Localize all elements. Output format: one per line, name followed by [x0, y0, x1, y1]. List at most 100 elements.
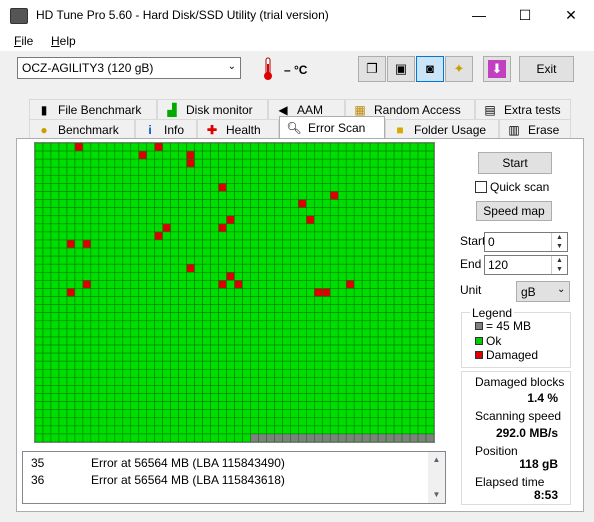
block-map	[34, 142, 435, 443]
block-ok	[66, 175, 76, 184]
tab-folder-usage[interactable]: ■ Folder Usage	[385, 119, 499, 139]
tab-health[interactable]: ✚ Health	[197, 119, 279, 139]
unit-select[interactable]: gB ⌄	[516, 281, 570, 302]
spin-up-icon[interactable]: ▲	[551, 233, 567, 242]
block-ok	[290, 344, 299, 354]
block-ok	[369, 207, 379, 217]
drive-select[interactable]: OCZ-AGILITY3 (120 gB) ⌄	[17, 57, 241, 79]
block-ok	[218, 175, 227, 184]
screenshot-button[interactable]: ◙	[416, 56, 444, 82]
block-ok	[178, 166, 187, 176]
tab-file-benchmark[interactable]: ▮ File Benchmark	[29, 99, 157, 119]
block-ok	[250, 191, 259, 200]
block-ok	[377, 183, 387, 192]
copy-screenshot-button[interactable]: ▣	[387, 56, 415, 82]
block-ok	[98, 280, 108, 289]
block-ok	[369, 215, 379, 225]
tab-error-scan[interactable]: 🔍︎ Error Scan	[279, 116, 385, 139]
block-ok	[298, 409, 307, 419]
block-ok	[234, 368, 243, 378]
options-button[interactable]: ✦	[445, 56, 473, 82]
scroll-up-icon[interactable]: ▲	[428, 455, 445, 464]
tab-benchmark[interactable]: ● Benchmark	[29, 119, 135, 139]
block-ok	[313, 409, 323, 419]
block-ok	[329, 263, 339, 273]
block-ok	[250, 401, 259, 410]
block-ok	[122, 401, 132, 410]
block-ok	[58, 239, 68, 249]
block-ok	[178, 183, 187, 192]
block-ok	[353, 231, 363, 241]
maximize-button[interactable]: ☐	[502, 0, 548, 31]
block-ok	[258, 272, 267, 281]
block-ok	[162, 393, 171, 402]
block-ok	[98, 255, 108, 265]
block-ok	[385, 191, 395, 200]
block-ok	[218, 255, 227, 265]
block-ok	[298, 401, 307, 410]
spin-down-icon[interactable]: ▼	[551, 265, 567, 274]
block-ok	[345, 199, 355, 208]
block-ok	[298, 368, 307, 378]
block-ok	[242, 425, 251, 435]
block-ok	[306, 336, 315, 346]
block-ok	[282, 199, 291, 208]
block-ok	[258, 320, 267, 330]
block-ok	[377, 263, 387, 273]
quick-scan-checkbox[interactable]	[475, 181, 487, 193]
block-ok	[58, 360, 68, 370]
exit-button[interactable]: Exit	[519, 56, 574, 82]
speed-map-button[interactable]: Speed map	[476, 201, 552, 221]
block-ok	[417, 272, 427, 281]
block-ok	[114, 336, 124, 346]
block-ok	[282, 158, 291, 168]
block-ok	[377, 328, 387, 338]
block-ok	[130, 368, 140, 378]
scroll-down-icon[interactable]: ▼	[428, 490, 445, 499]
block-ok	[66, 247, 76, 257]
block-ok	[369, 328, 379, 338]
menu-file[interactable]: File	[14, 34, 33, 48]
spin-up-icon[interactable]: ▲	[551, 256, 567, 265]
block-ok	[122, 231, 132, 241]
block-ok	[385, 223, 395, 233]
block-ok	[106, 385, 116, 394]
menu-help[interactable]: Help	[51, 34, 76, 48]
block-ok	[218, 158, 227, 168]
tab-extra-tests[interactable]: ▤ Extra tests	[475, 99, 571, 119]
end-position-input[interactable]: 120 ▲ ▼	[484, 255, 568, 275]
start-button[interactable]: Start	[478, 152, 552, 174]
block-ok	[298, 320, 307, 330]
block-ok	[313, 207, 323, 217]
block-ok	[146, 199, 156, 208]
block-ok	[369, 239, 379, 249]
block-ok	[290, 393, 299, 402]
block-ok	[58, 150, 68, 160]
block-ok	[361, 239, 371, 249]
block-ok	[114, 183, 124, 192]
block-ok	[42, 143, 52, 152]
block-ok	[50, 143, 60, 152]
minimize-button[interactable]: —	[456, 0, 502, 31]
block-ok	[194, 320, 203, 330]
close-button[interactable]: ✕	[548, 0, 594, 31]
start-position-input[interactable]: 0 ▲ ▼	[484, 232, 568, 252]
block-ok	[170, 425, 179, 435]
copy-info-button[interactable]: ❐	[358, 56, 386, 82]
tab-info[interactable]: i Info	[135, 119, 197, 139]
block-ok	[234, 272, 243, 281]
log-scrollbar[interactable]: ▲ ▼	[428, 452, 445, 503]
block-ok	[377, 158, 387, 168]
block-ok	[98, 336, 108, 346]
save-button[interactable]: ⬇	[483, 56, 511, 82]
spin-down-icon[interactable]: ▼	[551, 242, 567, 251]
block-ok	[258, 417, 267, 427]
block-ok	[337, 296, 347, 305]
block-ok	[226, 288, 235, 297]
block-ok	[58, 158, 68, 168]
block-ok	[210, 166, 219, 176]
tab-disk-monitor[interactable]: ▟ Disk monitor	[157, 99, 268, 119]
block-ok	[98, 409, 108, 419]
block-ok	[266, 368, 275, 378]
tab-erase[interactable]: ▥ Erase	[499, 119, 571, 139]
